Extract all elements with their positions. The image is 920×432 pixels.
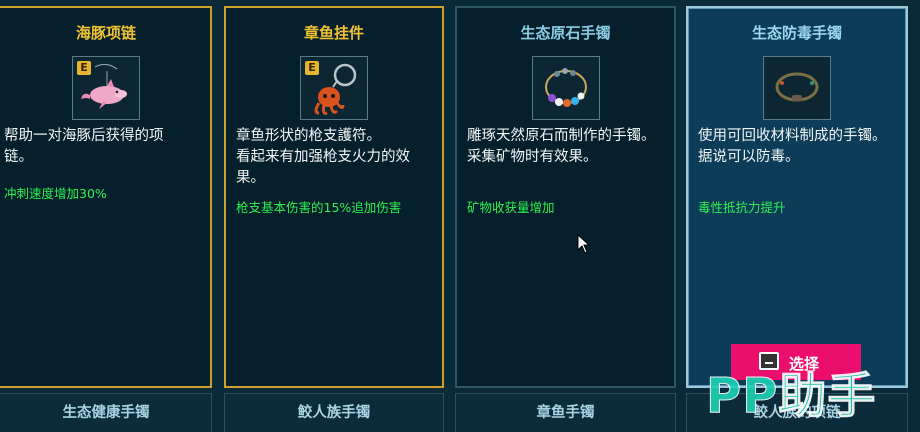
next-item-tab[interactable]: 章鱼手镯	[455, 393, 676, 432]
card-title: 生态防毒手镯	[751, 24, 842, 42]
card-title: 章鱼挂件	[303, 24, 364, 42]
watermark-logo: PP助手	[706, 368, 877, 425]
gemstone-bracelet-icon	[544, 68, 587, 107]
card-description: 章鱼形状的枪支護符。 看起来有加强枪支火力的效果。	[236, 128, 410, 186]
card-effect: 毒性抵抗力提升	[698, 200, 786, 215]
recycled-bracelet-icon	[775, 72, 819, 102]
item-card-octopus-keychain[interactable]: 章鱼挂件 E 章鱼形状的枪支護符。 看起来有加强枪支火力的效果。 枪支基本伤害的…	[224, 6, 444, 388]
card-description: 使用可回收材料制成的手镯。 据说可以防毒。	[698, 128, 887, 165]
card-description: 雕琢天然原石而制作的手镯。 采集矿物时有效果。	[467, 128, 656, 165]
tab-label: 生态健康手镯	[62, 405, 150, 421]
rarity-badge: E	[77, 61, 91, 75]
next-item-tab[interactable]: 鲛人族手镯	[224, 393, 444, 432]
next-item-tab[interactable]: 生态健康手镯	[0, 393, 212, 432]
card-effect: 枪支基本伤害的15%追加伤害	[236, 200, 402, 215]
tab-label: 鲛人族手镯	[297, 405, 371, 421]
item-icon-frame: E	[300, 56, 368, 120]
item-card-recycled-bracelet[interactable]: 生态防毒手镯 使用可回收材料制成的手镯。 据说可以防毒。 毒性抵抗力提升 选择	[686, 6, 908, 388]
item-card-gemstone-bracelet[interactable]: 生态原石手镯 雕琢天然原石而制作的手镯。 采集矿物时有效果。 矿物收获量增加	[455, 6, 676, 388]
rarity-badge: E	[305, 61, 319, 75]
tab-label: 章鱼手镯	[536, 405, 595, 421]
card-effect: 冲刺速度增加30%	[4, 186, 107, 201]
mouse-cursor-icon	[577, 234, 591, 254]
card-description: 帮助一对海豚后获得的项链。	[4, 128, 164, 165]
item-icon-frame: E	[72, 56, 140, 120]
card-effect: 矿物收获量增加	[467, 200, 555, 215]
item-icon-frame	[763, 56, 831, 120]
item-card-dolphin-necklace[interactable]: 海豚项链 E 帮助一对海豚后获得的项链。 冲刺速度增加30%	[0, 6, 212, 388]
item-icon-frame	[531, 56, 600, 120]
card-title: 海豚项链	[75, 24, 136, 42]
card-title: 生态原石手镯	[520, 24, 611, 42]
